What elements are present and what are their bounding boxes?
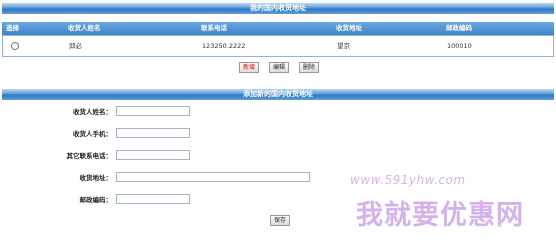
receiver-mobile-label: 收货人手机：	[73, 130, 112, 138]
column-header-postcode: 邮政编码	[446, 24, 472, 32]
save-button[interactable]: 保存	[270, 215, 291, 226]
address-field[interactable]	[116, 172, 310, 182]
watermark-url: www.591yhw.com	[350, 173, 466, 187]
receiver-mobile-field[interactable]	[116, 128, 190, 138]
row-phone: 123250.2222	[202, 42, 246, 50]
row-address: 望京	[337, 42, 350, 50]
postcode-field[interactable]	[116, 194, 190, 204]
add-address-title: 添加新的国内收货地址	[243, 90, 313, 98]
receiver-name-label: 收货人姓名：	[73, 108, 112, 116]
address-label: 收货地址：	[79, 174, 113, 182]
receiver-name-field[interactable]	[116, 106, 190, 116]
add-button[interactable]: 新增	[239, 62, 260, 73]
table-row: 邱必 123250.2222 望京 100010	[2, 35, 554, 57]
column-header-phone: 联系电话	[201, 24, 227, 32]
column-header-select: 选择	[6, 24, 19, 32]
row-name: 邱必	[69, 42, 82, 50]
address-list-title: 我的国内收货地址	[250, 4, 306, 12]
address-table-header: 选择 收货人姓名 联系电话 收货地址 邮政编码	[2, 22, 554, 35]
other-phone-label: 其它联系电话：	[66, 152, 113, 160]
row-postcode: 100010	[447, 42, 472, 50]
address-list-title-bar: 我的国内收货地址	[2, 3, 554, 14]
watermark-logo-text: 我就要优惠网	[356, 200, 524, 231]
edit-button[interactable]: 编辑	[269, 62, 290, 73]
add-address-title-bar: 添加新的国内收货地址	[2, 89, 554, 100]
delete-button[interactable]: 删除	[299, 62, 320, 73]
other-phone-field[interactable]	[116, 150, 190, 160]
select-radio[interactable]	[11, 42, 19, 50]
postcode-label: 邮政编码：	[79, 196, 113, 204]
column-header-name: 收货人姓名	[68, 24, 101, 32]
column-header-address: 收货地址	[336, 24, 362, 32]
